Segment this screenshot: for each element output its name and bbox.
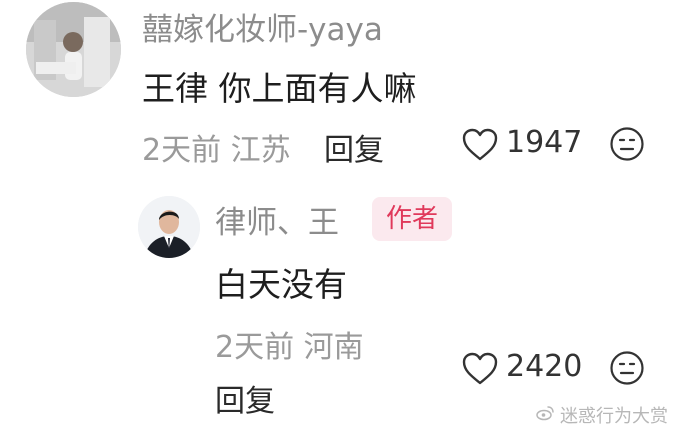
reply-button[interactable]: 回复	[215, 376, 275, 420]
watermark-text: 迷惑行为大赏	[560, 406, 668, 427]
reply-author-name[interactable]: 律师、王	[215, 197, 339, 242]
heart-outline-icon[interactable]	[462, 128, 498, 162]
dislike-face-icon[interactable]	[609, 126, 645, 162]
dislike-face-icon[interactable]	[609, 350, 645, 386]
heart-outline-icon[interactable]	[462, 352, 498, 386]
reply-text: 白天没有	[215, 265, 347, 304]
author-badge: 作者	[372, 197, 452, 241]
comment-text: 王律 你上面有人嘛	[142, 69, 417, 108]
weibo-logo-icon	[536, 405, 554, 421]
reply-meta: 2天前 河南	[215, 330, 364, 365]
comment-author-name[interactable]: 囍嫁化妆师-yaya	[142, 4, 383, 49]
reply-button[interactable]: 回复	[324, 125, 384, 169]
comment-meta: 2天前 江苏	[142, 133, 291, 168]
avatar[interactable]	[26, 2, 121, 97]
like-count: 2420	[506, 349, 583, 384]
like-count: 1947	[506, 125, 583, 160]
avatar[interactable]	[138, 196, 200, 258]
